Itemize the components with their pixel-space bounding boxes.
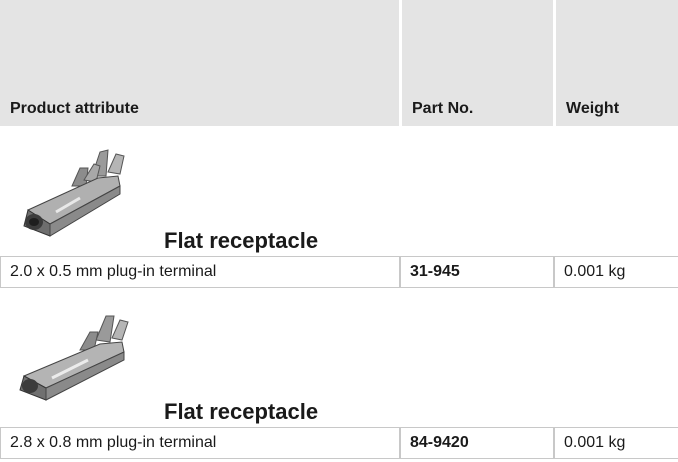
header-product-attribute: Product attribute (0, 0, 399, 126)
header-product-attribute-label: Product attribute (10, 100, 139, 117)
header-part-no: Part No. (402, 0, 553, 126)
weight-cell: 0.001 kg (554, 256, 678, 288)
part-number-cell: 84-9420 (400, 427, 554, 459)
header-weight-label: Weight (566, 100, 620, 117)
header-weight: Weight (556, 0, 678, 126)
weight-cell: 0.001 kg (554, 427, 678, 459)
product-name: Flat receptacle (164, 228, 319, 253)
part-number-cell: 31-945 (400, 256, 554, 288)
flat-receptacle-image (10, 314, 140, 411)
product-attribute-cell: 2.8 x 0.8 mm plug-in terminal (0, 427, 400, 459)
product-name: Flat receptacle (164, 399, 319, 424)
header-part-no-label: Part No. (412, 100, 474, 117)
product-attribute-cell: 2.0 x 0.5 mm plug-in terminal (0, 256, 400, 288)
flat-receptacle-image (10, 146, 140, 243)
